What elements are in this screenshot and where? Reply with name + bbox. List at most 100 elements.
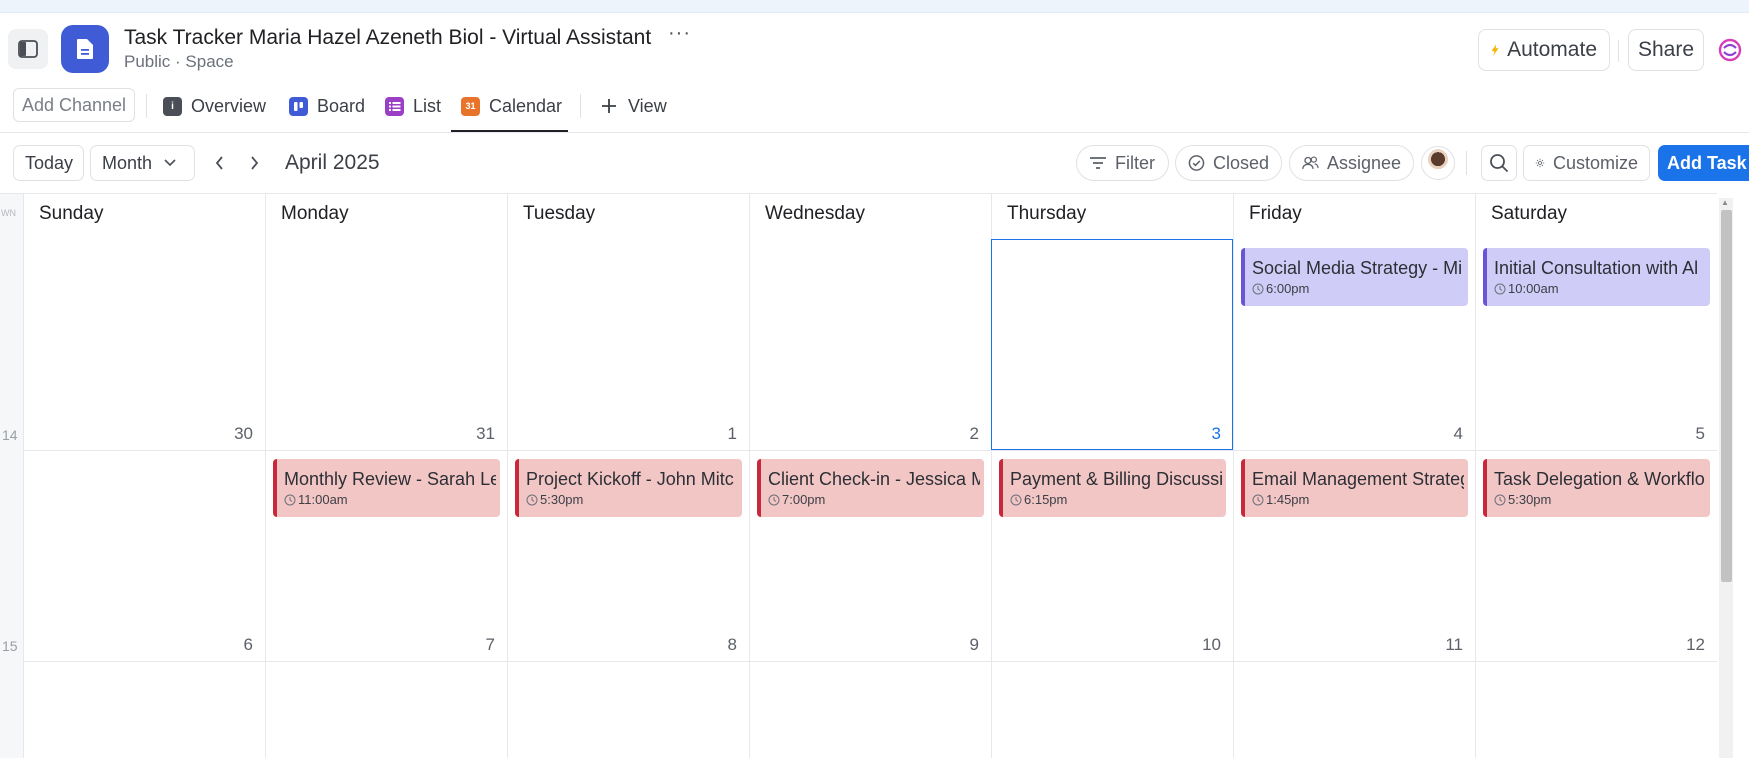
tab-overview[interactable]: i Overview (163, 91, 266, 121)
search-button[interactable] (1481, 145, 1517, 181)
divider (580, 94, 581, 118)
grid-line (24, 661, 1717, 662)
date-number: 31 (476, 424, 495, 443)
grid-line (507, 194, 508, 758)
event-time: 7:00pm (782, 492, 826, 507)
week-number: 14 (2, 427, 18, 443)
calendar-event[interactable]: Monthly Review - Sarah Le 11:00am (273, 459, 500, 517)
sidebar-icon (18, 40, 38, 58)
date-number: 2 (969, 424, 979, 443)
grid-line (265, 194, 266, 758)
day-header: Monday (281, 203, 349, 224)
event-title: Project Kickoff - John Mitc (526, 469, 734, 489)
calendar-event[interactable]: Project Kickoff - John Mitc 5:30pm (515, 459, 742, 517)
divider (146, 94, 147, 118)
week-number-gutter: WN 14 15 (0, 194, 24, 758)
more-options-icon[interactable]: ··· (668, 22, 691, 45)
today-button[interactable]: Today (13, 145, 84, 181)
clock-icon (1252, 283, 1264, 294)
scroll-up-arrow-icon[interactable]: ▲ (1721, 198, 1729, 207)
closed-button[interactable]: Closed (1175, 145, 1282, 181)
previous-button[interactable] (208, 152, 230, 174)
customize-button[interactable]: Customize (1523, 145, 1650, 181)
grid-line (1475, 194, 1476, 758)
day-header: Friday (1249, 203, 1302, 224)
scrollbar-thumb[interactable] (1721, 210, 1732, 582)
plus-icon (602, 99, 616, 113)
event-color-bar (757, 459, 761, 517)
page-title: Task Tracker Maria Hazel Azeneth Biol - … (124, 26, 652, 49)
filter-button[interactable]: Filter (1076, 145, 1169, 181)
calendar-event[interactable]: Social Media Strategy - Mi 6:00pm (1241, 248, 1468, 306)
add-view-label: View (628, 95, 667, 116)
sidebar-toggle-button[interactable] (8, 29, 48, 69)
day-header: Saturday (1491, 203, 1568, 224)
lightning-icon (1491, 44, 1499, 56)
date-number: 1 (727, 424, 737, 443)
event-color-bar (999, 459, 1003, 517)
event-color-bar (273, 459, 277, 517)
chevron-left-icon (215, 156, 223, 170)
event-title: Initial Consultation with Al (1494, 258, 1699, 278)
event-color-bar (1241, 248, 1245, 306)
calendar-event[interactable]: Initial Consultation with Al 10:00am (1483, 248, 1710, 306)
grid-line (749, 194, 750, 758)
board-icon (289, 96, 308, 116)
calendar-event[interactable]: Client Check-in - Jessica M 7:00pm (757, 459, 984, 517)
info-icon: i (163, 96, 182, 116)
event-time-row: 7:00pm (768, 492, 825, 507)
event-time: 10:00am (1508, 281, 1559, 296)
range-select[interactable]: Month (90, 145, 195, 181)
today-cell[interactable] (991, 239, 1233, 450)
tab-board[interactable]: Board (289, 91, 365, 121)
date-number: 30 (234, 424, 253, 443)
event-time: 11:00am (298, 492, 348, 507)
add-channel-button[interactable]: Add Channel (13, 88, 135, 122)
calendar-event[interactable]: Task Delegation & Workflo 5:30pm (1483, 459, 1710, 517)
calendar-icon: 31 (461, 96, 480, 116)
event-title: Client Check-in - Jessica M (768, 469, 980, 489)
calendar-event[interactable]: Payment & Billing Discussi 6:15pm (999, 459, 1226, 517)
grid-line (24, 450, 1717, 451)
ai-brain-icon[interactable] (1716, 36, 1744, 64)
week-number-header: WN (1, 208, 16, 218)
day-header: Sunday (39, 203, 104, 224)
avatar[interactable] (1421, 146, 1455, 180)
day-header: Tuesday (523, 203, 596, 224)
event-time-row: 6:00pm (1252, 281, 1309, 296)
clock-icon (1494, 494, 1506, 505)
share-button[interactable]: Share (1628, 29, 1704, 71)
event-time-row: 11:00am (284, 492, 348, 507)
users-icon (1302, 156, 1319, 169)
clock-icon (768, 494, 780, 505)
calendar-event[interactable]: Email Management Strateg 1:45pm (1241, 459, 1468, 517)
date-number: 6 (243, 635, 253, 654)
chevron-down-icon (164, 159, 176, 167)
tab-label: Overview (191, 95, 267, 116)
clock-icon (526, 494, 538, 505)
assignee-label: Assignee (1326, 152, 1401, 173)
event-time-row: 10:00am (1494, 281, 1559, 296)
add-view-button[interactable]: View (600, 91, 667, 121)
customize-label: Customize (1552, 152, 1638, 173)
clock-icon (1494, 283, 1506, 294)
event-title: Social Media Strategy - Mi (1252, 258, 1463, 278)
tab-label: List (413, 95, 442, 116)
chevron-right-icon (250, 156, 258, 170)
day-header: Thursday (1007, 203, 1087, 224)
assignee-button[interactable]: Assignee (1289, 145, 1414, 181)
date-number: 11 (1445, 635, 1463, 654)
add-task-button[interactable]: Add Task (1658, 145, 1749, 181)
current-period: April 2025 (285, 151, 380, 174)
clock-icon (284, 494, 296, 505)
event-color-bar (1483, 459, 1487, 517)
automate-button[interactable]: Automate (1478, 29, 1610, 71)
document-icon (61, 25, 109, 73)
range-label: Month (102, 152, 153, 173)
search-icon (1490, 154, 1509, 173)
top-strip (0, 0, 1749, 13)
tab-calendar[interactable]: 31 Calendar (461, 91, 562, 121)
event-time: 1:45pm (1266, 492, 1310, 507)
tab-list[interactable]: List (385, 91, 441, 121)
next-button[interactable] (243, 152, 265, 174)
